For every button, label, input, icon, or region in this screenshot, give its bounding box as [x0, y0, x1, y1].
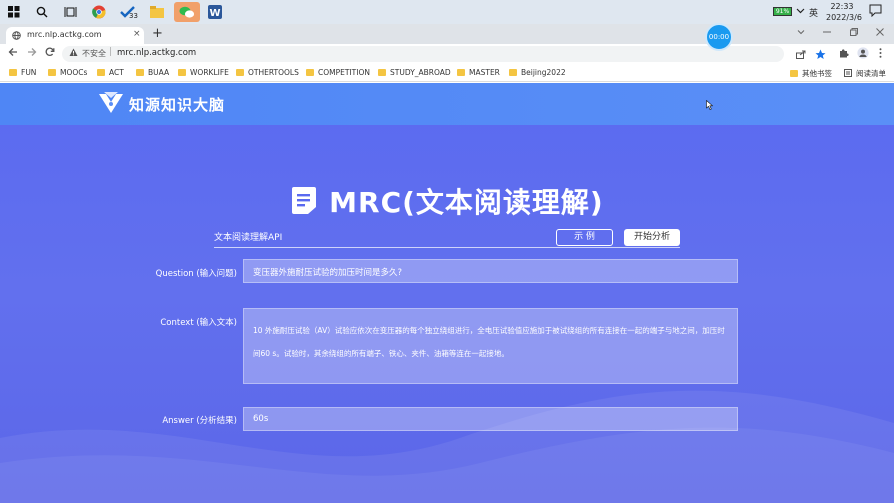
- folder-icon: [97, 69, 105, 76]
- bookmark-folder-master[interactable]: MASTER: [457, 68, 500, 77]
- battery-indicator[interactable]: 91%: [773, 7, 792, 16]
- bookmark-label: MOOCs: [60, 68, 88, 77]
- file-explorer-icon[interactable]: [147, 2, 167, 22]
- windows-start-icon[interactable]: [4, 2, 24, 22]
- reload-icon[interactable]: [45, 47, 55, 60]
- clock-time: 22:33: [830, 2, 854, 11]
- bookmark-label: MASTER: [469, 68, 500, 77]
- forward-icon[interactable]: [27, 47, 37, 60]
- bookmark-label: ACT: [109, 68, 124, 77]
- bookmark-label: Beijing2022: [521, 68, 566, 77]
- api-label: 文本阅读理解API: [214, 233, 283, 243]
- screen-recorder-timer[interactable]: 00:00: [705, 23, 733, 51]
- bookmark-label: WORKLIFE: [190, 68, 229, 77]
- bookmark-folder-act[interactable]: ACT: [97, 68, 124, 77]
- folder-icon: [509, 69, 517, 76]
- other-bookmarks-label: 其他书签: [802, 69, 832, 78]
- globe-icon: [12, 31, 21, 43]
- folder-icon: [48, 69, 56, 76]
- folder-icon: [9, 69, 17, 76]
- brain-logo-icon[interactable]: [98, 92, 124, 117]
- context-label: Context (输入文本): [160, 318, 237, 328]
- taskbar: 33 W 91% 英 22:33 2022/3/6: [0, 0, 894, 24]
- bookmark-folder-buaa[interactable]: BUAA: [136, 68, 169, 77]
- bookmark-label: BUAA: [148, 68, 170, 77]
- api-toolbar: 文本阅读理解API 示 例 开始分析: [214, 224, 680, 248]
- bookmark-star-icon[interactable]: [815, 49, 826, 63]
- tab-title: mrc.nlp.actkg.com: [27, 30, 102, 39]
- chrome-icon[interactable]: [89, 2, 109, 22]
- bookmark-label: OTHERTOOLS: [248, 68, 299, 77]
- folder-icon: [236, 69, 244, 76]
- wechat-icon[interactable]: [174, 2, 200, 22]
- clock-date: 2022/3/6: [826, 13, 862, 22]
- insecure-label: 不安全: [82, 49, 106, 58]
- svg-text:W: W: [209, 8, 220, 19]
- mouse-cursor-icon: [706, 99, 714, 113]
- page-content: 知源知识大脑 MRC(文本阅读理解) 文本阅读理解API 示 例 开始分析 Qu…: [0, 83, 894, 503]
- question-input[interactable]: 变压器外施耐压试验的加压时间是多久?: [243, 259, 738, 283]
- close-tab-icon[interactable]: ×: [133, 29, 141, 39]
- document-icon: [290, 185, 318, 218]
- restore-icon[interactable]: [850, 28, 858, 39]
- answer-output[interactable]: 60s: [243, 407, 738, 431]
- notification-center-icon[interactable]: [869, 4, 882, 20]
- analyze-button[interactable]: 开始分析: [624, 229, 680, 246]
- notification-count-badge: 33: [129, 12, 138, 20]
- menu-more-icon[interactable]: [879, 48, 882, 61]
- search-icon[interactable]: [32, 2, 52, 22]
- site-logo-text[interactable]: 知源知识大脑: [129, 94, 225, 115]
- site-header: 知源知识大脑: [0, 83, 894, 125]
- close-window-icon[interactable]: [876, 28, 884, 39]
- tab-strip: mrc.nlp.actkg.com × +: [0, 24, 894, 44]
- folder-icon: [790, 70, 798, 77]
- bookmark-folder-fun[interactable]: FUN: [9, 68, 36, 77]
- tray-chevron-icon[interactable]: [796, 6, 805, 18]
- reading-list-icon: [844, 69, 852, 77]
- example-button[interactable]: 示 例: [556, 229, 613, 246]
- minimize-icon[interactable]: [823, 28, 831, 39]
- input-method-indicator[interactable]: 英: [809, 6, 818, 19]
- page-title: MRC(文本阅读理解): [329, 186, 604, 219]
- omnibox[interactable]: 不安全 | mrc.nlp.actkg.com: [62, 46, 826, 62]
- context-textarea[interactable]: 10 外施耐压试验（AV）试验应依次在变压器的每个独立绕组进行，全电压试验值应施…: [243, 308, 738, 384]
- url-divider: |: [109, 47, 113, 57]
- question-label: Question (输入问题): [155, 269, 237, 279]
- bookmark-folder-worklife[interactable]: WORKLIFE: [178, 68, 229, 77]
- bookmark-label: STUDY_ABROAD: [390, 68, 451, 77]
- bookmarks-bar: FUN MOOCs ACT BUAA WORKLIFE OTHERTOOLS C…: [0, 64, 894, 82]
- task-view-icon[interactable]: [60, 2, 80, 22]
- bookmark-folder-moocs[interactable]: MOOCs: [48, 68, 87, 77]
- back-icon[interactable]: [8, 47, 18, 60]
- folder-icon: [378, 69, 386, 76]
- bookmark-folder-othertools[interactable]: OTHERTOOLS: [236, 68, 299, 77]
- word-icon[interactable]: W: [205, 2, 225, 22]
- address-bar-row: 不安全 | mrc.nlp.actkg.com: [0, 44, 894, 64]
- warning-icon[interactable]: [69, 48, 78, 60]
- folder-icon: [457, 69, 465, 76]
- answer-label: Answer (分析结果): [162, 416, 237, 426]
- hero-heading: MRC(文本阅读理解): [0, 181, 894, 221]
- extensions-icon[interactable]: [839, 48, 849, 61]
- bookmark-folder-beijing2022[interactable]: Beijing2022: [509, 68, 566, 77]
- url-text[interactable]: mrc.nlp.actkg.com: [117, 48, 196, 58]
- tab-search-icon[interactable]: [797, 28, 805, 39]
- bookmark-folder-competition[interactable]: COMPETITION: [306, 68, 370, 77]
- bookmark-label: COMPETITION: [318, 68, 370, 77]
- folder-icon: [306, 69, 314, 76]
- share-icon[interactable]: [796, 50, 806, 62]
- browser-tab[interactable]: mrc.nlp.actkg.com ×: [6, 27, 144, 44]
- other-bookmarks-folder[interactable]: 其他书签: [790, 68, 832, 79]
- bookmark-label: FUN: [21, 68, 37, 77]
- new-tab-button[interactable]: +: [152, 26, 163, 41]
- reading-list-button[interactable]: 阅读清单: [844, 68, 886, 79]
- clock[interactable]: 22:33 2022/3/6: [826, 1, 862, 23]
- reading-list-label: 阅读清单: [856, 69, 886, 78]
- folder-icon: [136, 69, 144, 76]
- folder-icon: [178, 69, 186, 76]
- profile-avatar-icon[interactable]: [857, 47, 869, 62]
- bookmark-folder-study-abroad[interactable]: STUDY_ABROAD: [378, 68, 451, 77]
